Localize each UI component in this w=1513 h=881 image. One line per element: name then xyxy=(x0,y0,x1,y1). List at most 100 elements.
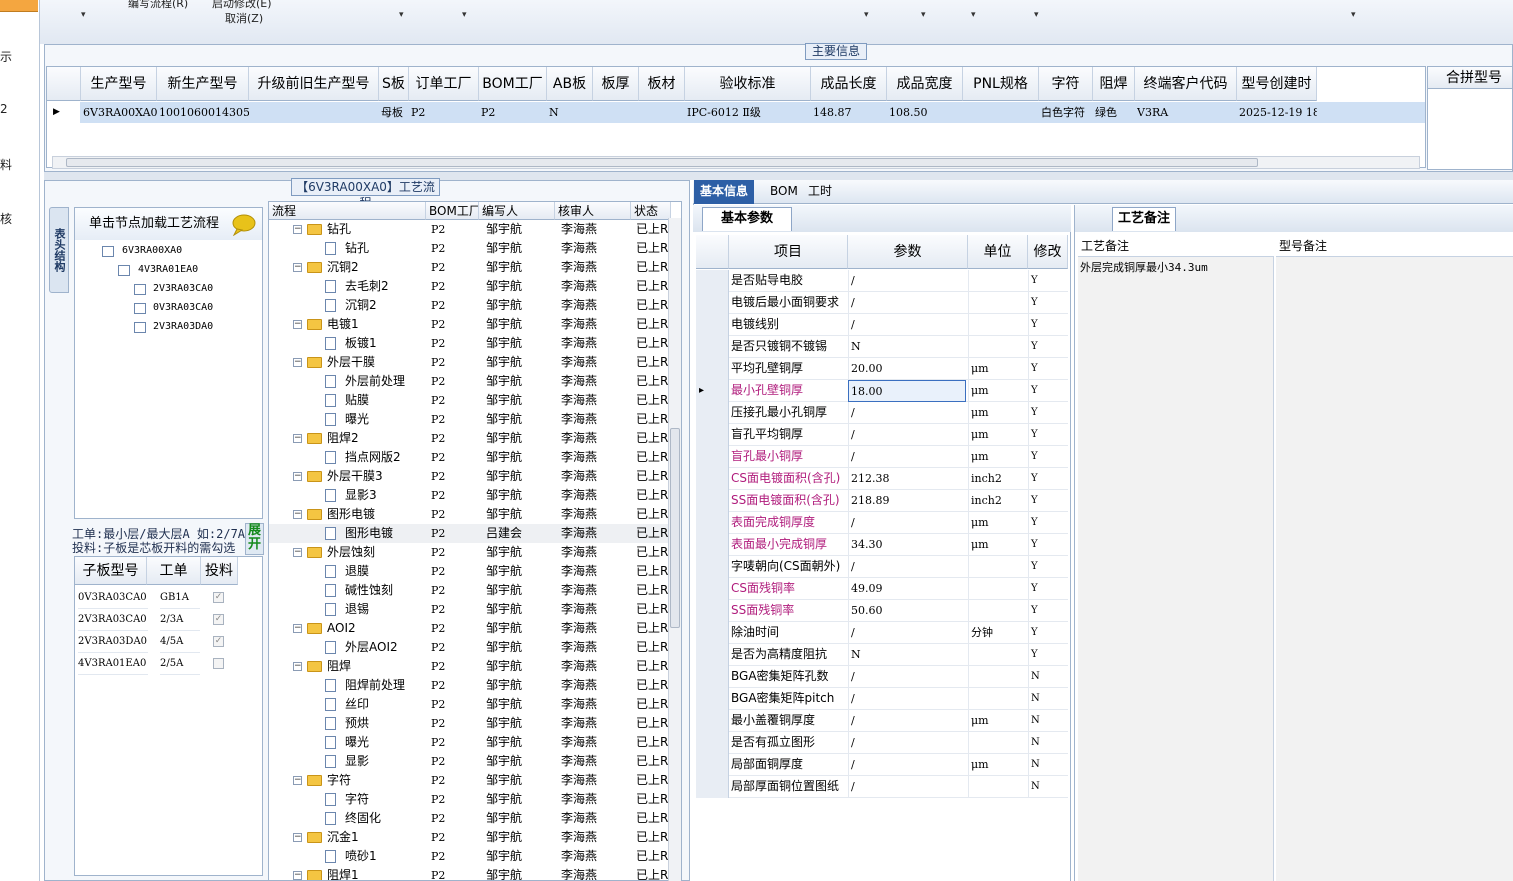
param-value[interactable]: 212.38 xyxy=(848,468,966,490)
flow-row[interactable]: 板镀1 P2 邹宇航 李海燕 已上R xyxy=(269,334,669,353)
row-selector[interactable] xyxy=(696,534,729,556)
expand-button[interactable]: 展开 xyxy=(245,523,264,555)
col-header[interactable]: 项目 xyxy=(729,235,848,269)
feed-checkbox[interactable]: ✓ xyxy=(213,636,224,647)
tree-node[interactable]: 0V3RA03CA0 xyxy=(153,302,213,313)
tree-node[interactable]: 6V3RA00XA0 xyxy=(122,245,182,256)
flow-row[interactable]: − 沉铜2 P2 邹宇航 李海燕 已上R xyxy=(269,258,669,277)
nav-selected-item[interactable] xyxy=(0,0,38,12)
nav-item[interactable]: 料 xyxy=(0,156,12,173)
process-remark-field[interactable] xyxy=(1078,237,1274,881)
row-selector[interactable] xyxy=(696,710,729,732)
tree-node[interactable]: 2V3RA03DA0 xyxy=(153,321,213,332)
col-header[interactable]: BOM工厂 xyxy=(479,67,547,101)
collapse-icon[interactable]: − xyxy=(293,776,302,785)
col-header[interactable]: 流程 xyxy=(269,202,426,220)
row-selector[interactable] xyxy=(696,754,729,776)
dropdown-arrow-icon[interactable]: ▾ xyxy=(971,10,976,20)
row-selector[interactable] xyxy=(696,402,729,424)
row-selector[interactable] xyxy=(696,270,729,292)
row-selector[interactable] xyxy=(696,446,729,468)
row-selector[interactable] xyxy=(696,336,729,358)
row-selector[interactable] xyxy=(696,292,729,314)
param-value[interactable]: / xyxy=(848,424,966,446)
row-selector[interactable] xyxy=(696,776,729,798)
tab-process-remarks[interactable]: 工艺备注 xyxy=(1112,207,1176,231)
param-row[interactable]: 局部面铜厚度 / μm N xyxy=(696,754,1068,776)
param-row[interactable]: 平均孔壁铜厚 20.00 μm Y xyxy=(696,358,1068,380)
col-header[interactable]: PNL规格 xyxy=(963,67,1039,101)
collapse-icon[interactable]: − xyxy=(293,871,302,880)
param-value[interactable]: 50.60 xyxy=(848,600,966,622)
col-header[interactable]: 子板型号 xyxy=(75,557,147,585)
param-row[interactable]: 电镀后最小面铜要求 / Y xyxy=(696,292,1068,314)
dropdown-arrow-icon[interactable]: ▾ xyxy=(864,10,869,20)
param-value[interactable]: / xyxy=(848,688,966,710)
col-header[interactable]: 订单工厂 xyxy=(409,67,479,101)
param-value[interactable]: / xyxy=(848,270,966,292)
flow-row[interactable]: 字符 P2 邹宇航 李海燕 已上R xyxy=(269,790,669,809)
flow-row[interactable]: − 沉金1 P2 邹宇航 李海燕 已上R xyxy=(269,828,669,847)
feed-checkbox[interactable] xyxy=(213,658,224,669)
dropdown-arrow-icon[interactable]: ▾ xyxy=(81,10,86,20)
dropdown-arrow-icon[interactable]: ▾ xyxy=(1351,10,1356,20)
param-value[interactable]: 18.00 xyxy=(848,380,966,402)
row-selector[interactable] xyxy=(696,358,729,380)
col-header[interactable]: 核审人 xyxy=(555,202,631,220)
param-row[interactable]: SS面电镀面积(含孔) 218.89 inch2 Y xyxy=(696,490,1068,512)
dropdown-arrow-icon[interactable]: ▾ xyxy=(921,10,926,20)
row-selector[interactable] xyxy=(696,666,729,688)
col-header[interactable]: 型号创建时 xyxy=(1237,67,1317,101)
col-header[interactable]: 编写人 xyxy=(479,202,555,220)
flow-row[interactable]: 碱性蚀刻 P2 邹宇航 李海燕 已上R xyxy=(269,581,669,600)
param-row[interactable]: 表面完成铜厚度 / μm Y xyxy=(696,512,1068,534)
param-row[interactable]: 最小盖覆铜厚度 / μm N xyxy=(696,710,1068,732)
collapse-icon[interactable]: − xyxy=(293,833,302,842)
param-value[interactable]: / xyxy=(848,446,966,468)
row-selector[interactable] xyxy=(696,644,729,666)
col-header[interactable]: AB板 xyxy=(547,67,593,101)
flow-row[interactable]: 退膜 P2 邹宇航 李海燕 已上R xyxy=(269,562,669,581)
param-value[interactable]: N xyxy=(848,336,966,358)
flow-row[interactable]: 显影 P2 邹宇航 李海燕 已上R xyxy=(269,752,669,771)
param-row[interactable]: BGA密集矩阵pitch / N xyxy=(696,688,1068,710)
col-header[interactable]: 字符 xyxy=(1039,67,1093,101)
flow-row[interactable]: 外层AOI2 P2 邹宇航 李海燕 已上R xyxy=(269,638,669,657)
flow-row[interactable]: − AOI2 P2 邹宇航 李海燕 已上R xyxy=(269,619,669,638)
param-row[interactable]: 表面最小完成铜厚 34.30 μm Y xyxy=(696,534,1068,556)
splitter[interactable] xyxy=(44,172,1513,180)
tab-hours[interactable]: 工时 xyxy=(802,180,838,204)
param-value[interactable]: 49.09 xyxy=(848,578,966,600)
collapse-icon[interactable]: − xyxy=(293,320,302,329)
param-row[interactable]: 盲孔最小铜厚 / μm Y xyxy=(696,446,1068,468)
row-selector[interactable] xyxy=(696,556,729,578)
flow-row[interactable]: 钻孔 P2 邹宇航 李海燕 已上R xyxy=(269,239,669,258)
param-value[interactable]: / xyxy=(848,512,966,534)
structure-vertical-tab[interactable]: 表头结构 xyxy=(49,207,69,293)
param-row[interactable]: CS面残铜率 49.09 Y xyxy=(696,578,1068,600)
param-value[interactable]: / xyxy=(848,314,966,336)
col-header[interactable]: 板厚 xyxy=(593,67,639,101)
param-row[interactable]: 是否为高精度阻抗 N Y xyxy=(696,644,1068,666)
flow-row[interactable]: − 字符 P2 邹宇航 李海燕 已上R xyxy=(269,771,669,790)
flow-row[interactable]: − 阻焊2 P2 邹宇航 李海燕 已上R xyxy=(269,429,669,448)
dropdown-arrow-icon[interactable]: ▾ xyxy=(1034,10,1039,20)
model-remark-field[interactable] xyxy=(1276,237,1513,881)
param-value[interactable]: 20.00 xyxy=(848,358,966,380)
collapse-icon[interactable]: − xyxy=(293,624,302,633)
collapse-icon[interactable]: − xyxy=(293,434,302,443)
param-row[interactable]: 压接孔最小孔铜厚 / μm Y xyxy=(696,402,1068,424)
collapse-icon[interactable]: − xyxy=(293,263,302,272)
flow-row[interactable]: 显影3 P2 邹宇航 李海燕 已上R xyxy=(269,486,669,505)
flow-row[interactable]: 终固化 P2 邹宇航 李海燕 已上R xyxy=(269,809,669,828)
col-header[interactable]: 阻焊 xyxy=(1093,67,1135,101)
row-selector[interactable]: ▸ xyxy=(696,380,729,402)
edit-flow-button[interactable]: 编写流程(R) xyxy=(128,0,188,11)
scrollbar-thumb[interactable] xyxy=(66,158,1258,167)
col-header[interactable]: 板材 xyxy=(639,67,685,101)
flow-row[interactable]: 去毛刺2 P2 邹宇航 李海燕 已上R xyxy=(269,277,669,296)
flow-row[interactable]: − 外层干膜 P2 邹宇航 李海燕 已上R xyxy=(269,353,669,372)
flow-row[interactable]: 喷砂1 P2 邹宇航 李海燕 已上R xyxy=(269,847,669,866)
flow-row[interactable]: 图形电镀 P2 吕建会 李海燕 已上R xyxy=(269,524,669,543)
row-selector[interactable] xyxy=(696,600,729,622)
